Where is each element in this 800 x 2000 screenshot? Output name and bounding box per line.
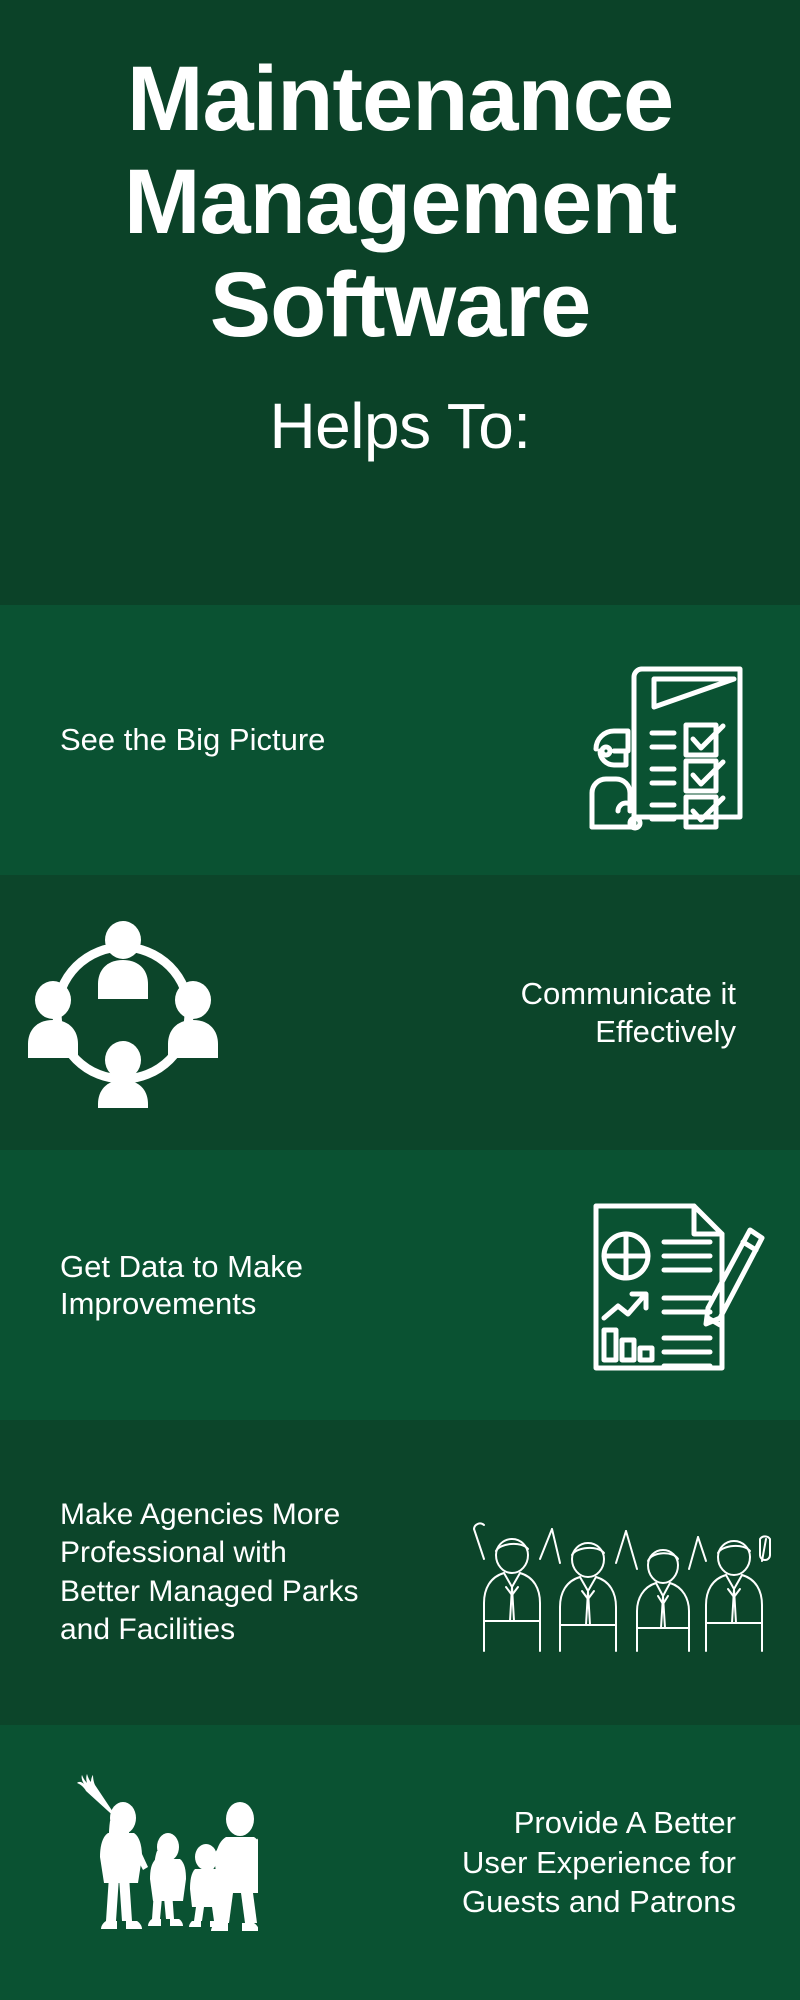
benefit-label-line: Better Managed Parks: [60, 1574, 359, 1608]
benefit-row-communicate-it-effectively: Communicate it Effectively: [0, 875, 800, 1150]
benefit-row-see-the-big-picture: See the Big Picture: [0, 605, 800, 875]
presentation-checklist-icon: [582, 645, 772, 835]
benefit-label-line: Make Agencies More: [60, 1497, 341, 1531]
benefit-label-line: Get Data to Make: [60, 1248, 303, 1284]
page-title-line-1: Maintenance: [126, 48, 674, 150]
team-network-circle-icon: [28, 918, 218, 1108]
benefit-row-make-agencies-more-professional: Make Agencies More Professional with Bet…: [0, 1420, 800, 1725]
page-subtitle: Helps To:: [269, 390, 531, 463]
infographic-poster: Maintenance Management Software Helps To…: [0, 0, 800, 2000]
benefit-label-line: Effectively: [595, 1013, 736, 1049]
benefit-label-line: Communicate it: [520, 976, 736, 1012]
benefit-label-line: Professional with: [60, 1536, 287, 1570]
benefit-label-line: Provide A Better: [513, 1804, 736, 1840]
benefit-label-see-the-big-picture: See the Big Picture: [60, 722, 326, 758]
benefit-label-provide-a-better-user-experience: Provide A Better User Experience for Gue…: [258, 1803, 772, 1922]
benefit-row-get-data-to-make-improvements: Get Data to Make Improvements: [0, 1150, 800, 1420]
page-title-line-2: Management: [123, 151, 677, 254]
poster-header: Maintenance Management Software Helps To…: [0, 0, 800, 605]
report-document-pencil-icon: [582, 1190, 772, 1380]
benefit-label-line: Guests and Patrons: [462, 1884, 736, 1920]
benefit-label-communicate-it-effectively: Communicate it Effectively: [218, 975, 772, 1049]
benefit-label-line: and Facilities: [60, 1612, 236, 1646]
benefit-label-make-agencies-more-professional: Make Agencies More Professional with Bet…: [28, 1496, 462, 1650]
benefit-row-provide-a-better-user-experience: Provide A Better User Experience for Gue…: [0, 1725, 800, 2000]
family-silhouette-icon: [28, 1763, 258, 1963]
benefit-label-line: User Experience for: [462, 1844, 736, 1880]
celebrating-team-lineart-icon: [462, 1493, 772, 1653]
page-title-line-3: Software: [209, 254, 592, 357]
benefit-label-get-data-to-make-improvements: Get Data to Make Improvements: [28, 1248, 582, 1322]
benefit-label-line: Improvements: [60, 1286, 257, 1321]
